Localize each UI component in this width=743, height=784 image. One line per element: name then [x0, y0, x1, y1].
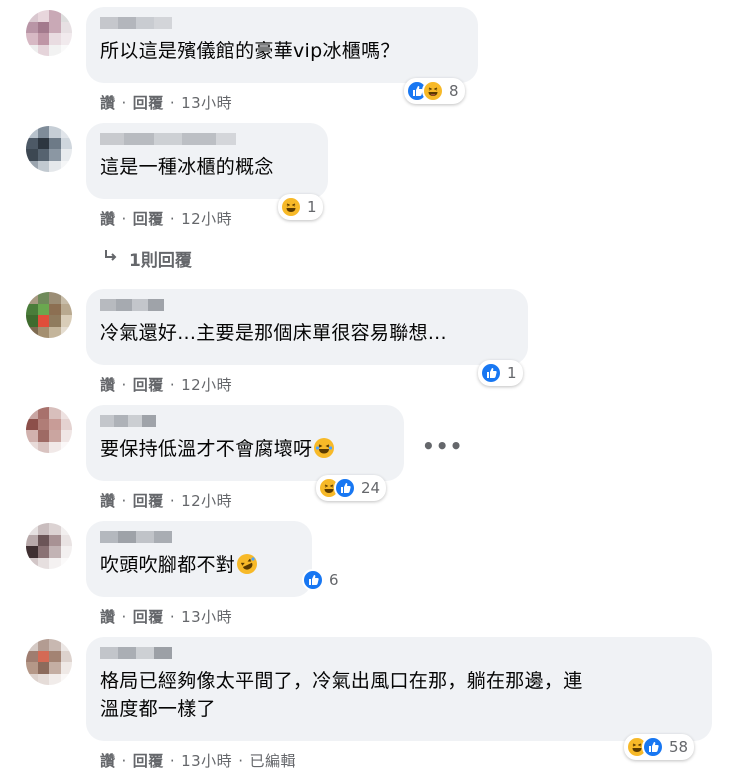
comment-text: 這是一種冰櫃的概念 [100, 156, 274, 178]
timestamp[interactable]: 12小時 [181, 374, 232, 395]
reply-arrow-icon [103, 248, 119, 269]
separator-dot: · [121, 93, 127, 112]
separator-dot: · [121, 607, 127, 626]
author-name-blurred[interactable] [100, 17, 464, 29]
like-icon [480, 362, 502, 384]
haha-icon [422, 80, 444, 102]
avatar[interactable] [26, 523, 72, 569]
edited-label[interactable]: 已編輯 [249, 750, 296, 771]
crying-laughing-emoji-icon [314, 438, 335, 458]
reaction-count: 1 [307, 198, 317, 216]
comment-text-line-2: 溫度都一樣了 [100, 698, 216, 720]
separator-dot: · [169, 209, 176, 228]
reply-button[interactable]: 回覆 [133, 606, 164, 627]
timestamp[interactable]: 12小時 [181, 208, 232, 229]
timestamp[interactable]: 12小時 [181, 490, 232, 511]
avatar[interactable] [26, 407, 72, 453]
reply-button[interactable]: 回覆 [133, 750, 164, 771]
like-icon [642, 736, 664, 758]
comment-text: 冷氣還好...主要是那個床單很容易聯想... [100, 322, 447, 344]
reaction-summary[interactable]: 1 [478, 360, 523, 386]
separator-dot: · [169, 607, 176, 626]
avatar[interactable] [26, 292, 72, 338]
like-button[interactable]: 讚 [100, 92, 116, 113]
rofl-emoji-icon [237, 554, 258, 574]
comment-bubble: 要保持低溫才不會腐壞呀 [86, 405, 404, 481]
like-button[interactable]: 讚 [100, 750, 116, 771]
timestamp[interactable]: 13小時 [181, 606, 232, 627]
avatar[interactable] [26, 639, 72, 685]
comment-bubble: 所以這是殯儀館的豪華vip冰櫃嗎？ [86, 7, 478, 83]
separator-dot: · [121, 491, 127, 510]
like-icon [302, 569, 324, 591]
comment-actions: 讚 · 回覆 · 12小時 [100, 208, 232, 229]
separator-dot: · [169, 93, 176, 112]
comment-actions: 讚 · 回覆 · 12小時 [100, 490, 232, 511]
separator-dot: · [169, 375, 176, 394]
like-button[interactable]: 讚 [100, 208, 116, 229]
reply-button[interactable]: 回覆 [133, 92, 164, 113]
timestamp[interactable]: 13小時 [181, 92, 232, 113]
reaction-count: 58 [669, 738, 689, 756]
reaction-count: 8 [449, 82, 459, 100]
view-replies-label: 1則回覆 [129, 251, 192, 271]
separator-dot: · [169, 751, 176, 770]
separator-dot: · [238, 751, 244, 770]
author-name-blurred[interactable] [100, 415, 390, 427]
timestamp[interactable]: 13小時 [181, 750, 232, 771]
reaction-summary[interactable]: 58 [624, 734, 695, 760]
comment-actions: 讚 · 回覆 · 13小時 [100, 92, 232, 113]
reaction-summary[interactable]: 1 [278, 194, 323, 220]
reply-button[interactable]: 回覆 [133, 374, 164, 395]
like-button[interactable]: 讚 [100, 490, 116, 511]
comment-actions: 讚 · 回覆 · 13小時 · 已編輯 [100, 750, 296, 771]
haha-icon [280, 196, 302, 218]
reaction-count: 1 [507, 364, 517, 382]
comment-bubble: 吹頭吹腳都不對 [86, 521, 312, 597]
avatar[interactable] [26, 10, 72, 56]
reaction-summary[interactable]: 6 [300, 567, 345, 593]
comment-actions: 讚 · 回覆 · 12小時 [100, 374, 232, 395]
comment-text: 要保持低溫才不會腐壞呀 [100, 435, 390, 463]
comment-text: 吹頭吹腳都不對 [100, 551, 298, 579]
comment-bubble: 格局已經夠像太平間了，冷氣出風口在那，躺在那邊，連 溫度都一樣了 [86, 637, 712, 741]
more-options-button[interactable]: ••• [422, 434, 463, 458]
author-name-blurred[interactable] [100, 299, 514, 311]
avatar[interactable] [26, 126, 72, 172]
comment-actions: 讚 · 回覆 · 13小時 [100, 606, 232, 627]
like-button[interactable]: 讚 [100, 606, 116, 627]
reaction-count: 24 [361, 479, 381, 497]
separator-dot: · [121, 209, 127, 228]
like-icon [334, 477, 356, 499]
reaction-count: 6 [329, 571, 339, 589]
comment-text: 所以這是殯儀館的豪華vip冰櫃嗎？ [100, 40, 400, 62]
reply-button[interactable]: 回覆 [133, 208, 164, 229]
reaction-summary[interactable]: 8 [404, 78, 465, 104]
author-name-blurred[interactable] [100, 133, 314, 145]
reaction-summary[interactable]: 24 [316, 475, 387, 501]
like-button[interactable]: 讚 [100, 374, 116, 395]
comment-text-line-1: 格局已經夠像太平間了，冷氣出風口在那，躺在那邊，連 [100, 670, 583, 692]
separator-dot: · [169, 491, 176, 510]
author-name-blurred[interactable] [100, 531, 298, 543]
reply-button[interactable]: 回覆 [133, 490, 164, 511]
separator-dot: · [121, 375, 127, 394]
author-name-blurred[interactable] [100, 647, 698, 659]
comment-bubble: 這是一種冰櫃的概念 [86, 123, 328, 199]
separator-dot: · [121, 751, 127, 770]
comment-bubble: 冷氣還好...主要是那個床單很容易聯想... [86, 289, 528, 365]
view-replies-link[interactable]: 1則回覆 [103, 246, 192, 271]
